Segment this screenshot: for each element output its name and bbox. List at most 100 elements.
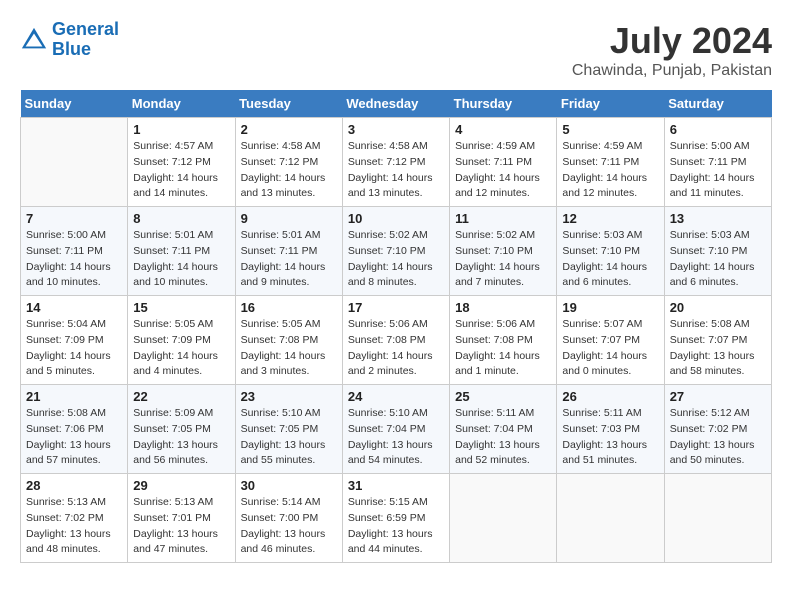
day-info: Sunrise: 5:00 AM Sunset: 7:11 PM Dayligh… xyxy=(26,228,122,291)
calendar-cell: 19 Sunrise: 5:07 AM Sunset: 7:07 PM Dayli… xyxy=(557,296,664,385)
day-info: Sunrise: 5:03 AM Sunset: 7:10 PM Dayligh… xyxy=(670,228,766,291)
subtitle: Chawinda, Punjab, Pakistan xyxy=(572,62,772,80)
day-info: Sunrise: 5:10 AM Sunset: 7:05 PM Dayligh… xyxy=(241,406,337,469)
calendar-cell: 18 Sunrise: 5:06 AM Sunset: 7:08 PM Dayli… xyxy=(450,296,557,385)
day-info: Sunrise: 5:02 AM Sunset: 7:10 PM Dayligh… xyxy=(348,228,444,291)
day-info: Sunrise: 5:01 AM Sunset: 7:11 PM Dayligh… xyxy=(133,228,229,291)
day-info: Sunrise: 4:59 AM Sunset: 7:11 PM Dayligh… xyxy=(455,139,551,202)
day-number: 24 xyxy=(348,389,444,404)
calendar-table: SundayMondayTuesdayWednesdayThursdayFrid… xyxy=(20,90,772,563)
day-info: Sunrise: 4:58 AM Sunset: 7:12 PM Dayligh… xyxy=(348,139,444,202)
calendar-cell: 16 Sunrise: 5:05 AM Sunset: 7:08 PM Dayli… xyxy=(235,296,342,385)
calendar-cell: 31 Sunrise: 5:15 AM Sunset: 6:59 PM Dayli… xyxy=(342,474,449,563)
day-number: 26 xyxy=(562,389,658,404)
day-number: 14 xyxy=(26,300,122,315)
day-number: 25 xyxy=(455,389,551,404)
day-number: 31 xyxy=(348,478,444,493)
column-header-wednesday: Wednesday xyxy=(342,90,449,118)
calendar-cell: 30 Sunrise: 5:14 AM Sunset: 7:00 PM Dayli… xyxy=(235,474,342,563)
day-info: Sunrise: 4:58 AM Sunset: 7:12 PM Dayligh… xyxy=(241,139,337,202)
day-info: Sunrise: 5:06 AM Sunset: 7:08 PM Dayligh… xyxy=(455,317,551,380)
calendar-cell: 5 Sunrise: 4:59 AM Sunset: 7:11 PM Daylig… xyxy=(557,118,664,207)
logo-text: General Blue xyxy=(52,20,119,60)
day-number: 19 xyxy=(562,300,658,315)
logo-icon xyxy=(20,26,48,54)
day-number: 16 xyxy=(241,300,337,315)
day-number: 12 xyxy=(562,211,658,226)
day-number: 29 xyxy=(133,478,229,493)
day-number: 4 xyxy=(455,122,551,137)
calendar-cell: 15 Sunrise: 5:05 AM Sunset: 7:09 PM Dayli… xyxy=(128,296,235,385)
calendar-cell: 1 Sunrise: 4:57 AM Sunset: 7:12 PM Daylig… xyxy=(128,118,235,207)
day-number: 2 xyxy=(241,122,337,137)
calendar-cell: 14 Sunrise: 5:04 AM Sunset: 7:09 PM Dayli… xyxy=(21,296,128,385)
day-info: Sunrise: 5:15 AM Sunset: 6:59 PM Dayligh… xyxy=(348,495,444,558)
column-header-tuesday: Tuesday xyxy=(235,90,342,118)
day-number: 10 xyxy=(348,211,444,226)
calendar-header-row: SundayMondayTuesdayWednesdayThursdayFrid… xyxy=(21,90,772,118)
calendar-cell xyxy=(21,118,128,207)
main-title: July 2024 xyxy=(572,20,772,62)
day-info: Sunrise: 5:05 AM Sunset: 7:09 PM Dayligh… xyxy=(133,317,229,380)
day-info: Sunrise: 5:01 AM Sunset: 7:11 PM Dayligh… xyxy=(241,228,337,291)
day-number: 5 xyxy=(562,122,658,137)
day-number: 15 xyxy=(133,300,229,315)
day-info: Sunrise: 5:04 AM Sunset: 7:09 PM Dayligh… xyxy=(26,317,122,380)
page-container: General Blue July 2024 Chawinda, Punjab,… xyxy=(20,20,772,563)
calendar-cell: 26 Sunrise: 5:11 AM Sunset: 7:03 PM Dayli… xyxy=(557,385,664,474)
calendar-cell: 24Sunrise: 5:10 AM Sunset: 7:04 PM Dayli… xyxy=(342,385,449,474)
day-info: Sunrise: 5:03 AM Sunset: 7:10 PM Dayligh… xyxy=(562,228,658,291)
calendar-cell xyxy=(450,474,557,563)
logo-line1: General xyxy=(52,19,119,39)
day-number: 20 xyxy=(670,300,766,315)
day-number: 11 xyxy=(455,211,551,226)
calendar-cell: 3Sunrise: 4:58 AM Sunset: 7:12 PM Daylig… xyxy=(342,118,449,207)
calendar-cell: 4 Sunrise: 4:59 AM Sunset: 7:11 PM Daylig… xyxy=(450,118,557,207)
day-number: 8 xyxy=(133,211,229,226)
calendar-cell: 22 Sunrise: 5:09 AM Sunset: 7:05 PM Dayli… xyxy=(128,385,235,474)
calendar-cell: 27Sunrise: 5:12 AM Sunset: 7:02 PM Dayli… xyxy=(664,385,771,474)
calendar-cell: 13Sunrise: 5:03 AM Sunset: 7:10 PM Dayli… xyxy=(664,207,771,296)
calendar-cell: 25 Sunrise: 5:11 AM Sunset: 7:04 PM Dayli… xyxy=(450,385,557,474)
day-number: 23 xyxy=(241,389,337,404)
logo: General Blue xyxy=(20,20,119,60)
day-number: 30 xyxy=(241,478,337,493)
day-info: Sunrise: 4:59 AM Sunset: 7:11 PM Dayligh… xyxy=(562,139,658,202)
calendar-cell: 20Sunrise: 5:08 AM Sunset: 7:07 PM Dayli… xyxy=(664,296,771,385)
day-info: Sunrise: 5:02 AM Sunset: 7:10 PM Dayligh… xyxy=(455,228,551,291)
day-info: Sunrise: 4:57 AM Sunset: 7:12 PM Dayligh… xyxy=(133,139,229,202)
day-number: 1 xyxy=(133,122,229,137)
day-number: 28 xyxy=(26,478,122,493)
header: General Blue July 2024 Chawinda, Punjab,… xyxy=(20,20,772,80)
calendar-cell: 12 Sunrise: 5:03 AM Sunset: 7:10 PM Dayli… xyxy=(557,207,664,296)
calendar-cell xyxy=(664,474,771,563)
day-info: Sunrise: 5:11 AM Sunset: 7:04 PM Dayligh… xyxy=(455,406,551,469)
day-info: Sunrise: 5:07 AM Sunset: 7:07 PM Dayligh… xyxy=(562,317,658,380)
title-block: July 2024 Chawinda, Punjab, Pakistan xyxy=(572,20,772,80)
day-number: 22 xyxy=(133,389,229,404)
day-info: Sunrise: 5:14 AM Sunset: 7:00 PM Dayligh… xyxy=(241,495,337,558)
day-info: Sunrise: 5:09 AM Sunset: 7:05 PM Dayligh… xyxy=(133,406,229,469)
calendar-cell: 23 Sunrise: 5:10 AM Sunset: 7:05 PM Dayli… xyxy=(235,385,342,474)
calendar-cell: 8 Sunrise: 5:01 AM Sunset: 7:11 PM Daylig… xyxy=(128,207,235,296)
column-header-monday: Monday xyxy=(128,90,235,118)
day-number: 9 xyxy=(241,211,337,226)
day-number: 27 xyxy=(670,389,766,404)
calendar-week-row: 1 Sunrise: 4:57 AM Sunset: 7:12 PM Daylig… xyxy=(21,118,772,207)
column-header-sunday: Sunday xyxy=(21,90,128,118)
day-info: Sunrise: 5:11 AM Sunset: 7:03 PM Dayligh… xyxy=(562,406,658,469)
day-number: 6 xyxy=(670,122,766,137)
calendar-cell: 29Sunrise: 5:13 AM Sunset: 7:01 PM Dayli… xyxy=(128,474,235,563)
column-header-saturday: Saturday xyxy=(664,90,771,118)
day-info: Sunrise: 5:05 AM Sunset: 7:08 PM Dayligh… xyxy=(241,317,337,380)
calendar-cell: 28Sunrise: 5:13 AM Sunset: 7:02 PM Dayli… xyxy=(21,474,128,563)
day-info: Sunrise: 5:06 AM Sunset: 7:08 PM Dayligh… xyxy=(348,317,444,380)
day-info: Sunrise: 5:08 AM Sunset: 7:06 PM Dayligh… xyxy=(26,406,122,469)
day-number: 18 xyxy=(455,300,551,315)
day-number: 17 xyxy=(348,300,444,315)
calendar-cell: 7Sunrise: 5:00 AM Sunset: 7:11 PM Daylig… xyxy=(21,207,128,296)
calendar-cell: 9 Sunrise: 5:01 AM Sunset: 7:11 PM Daylig… xyxy=(235,207,342,296)
column-header-thursday: Thursday xyxy=(450,90,557,118)
column-header-friday: Friday xyxy=(557,90,664,118)
calendar-cell: 17 Sunrise: 5:06 AM Sunset: 7:08 PM Dayli… xyxy=(342,296,449,385)
